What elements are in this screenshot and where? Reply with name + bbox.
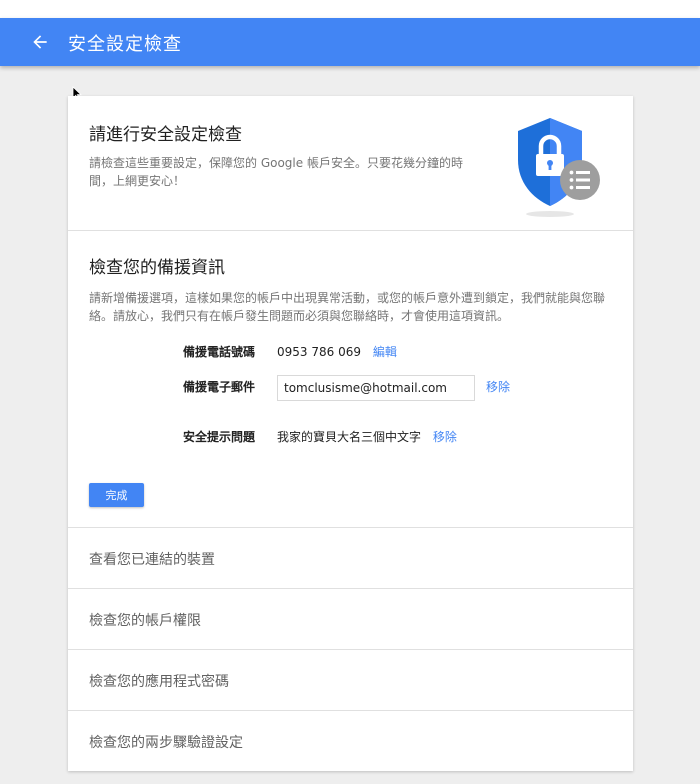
- security-question-value: 我家的寶貝大名三個中文字: [277, 430, 422, 444]
- email-field[interactable]: [277, 375, 475, 401]
- done-button[interactable]: 完成: [89, 483, 144, 507]
- section-account-permissions[interactable]: 檢查您的帳戶權限: [68, 589, 633, 650]
- app-bar: 安全設定檢查: [0, 18, 700, 66]
- remove-email-link[interactable]: 移除: [486, 378, 510, 395]
- intro-title: 請進行安全設定檢查: [89, 125, 242, 145]
- security-checkup-card: 請進行安全設定檢查 請檢查這些重要設定，保障您的 Google 帳戶安全。只要花…: [68, 96, 633, 771]
- edit-phone-link[interactable]: 編輯: [373, 345, 397, 359]
- section-two-step-verification[interactable]: 檢查您的兩步驟驗證設定: [68, 711, 633, 771]
- security-question-row: 我家的寶貝大名三個中文字 移除: [277, 428, 457, 445]
- shield-lock-icon: [518, 118, 600, 217]
- list-icon: [560, 160, 600, 200]
- email-label: 備援電子郵件: [183, 380, 256, 394]
- backup-info-section: 檢查您的備援資訊 請新增備援選項，這樣如果您的帳戶中出現異常活動，或您的帳戶意外…: [68, 231, 633, 528]
- top-strip: [0, 0, 700, 18]
- section-label: 檢查您的帳戶權限: [89, 613, 201, 629]
- page-title: 安全設定檢查: [68, 34, 182, 55]
- backup-title: 檢查您的備援資訊: [89, 258, 225, 278]
- intro-section: 請進行安全設定檢查 請檢查這些重要設定，保障您的 Google 帳戶安全。只要花…: [68, 96, 633, 231]
- section-label: 查看您已連結的裝置: [89, 552, 215, 568]
- remove-question-link[interactable]: 移除: [433, 430, 457, 444]
- section-label: 檢查您的應用程式密碼: [89, 674, 229, 690]
- backup-description: 請新增備援選項，這樣如果您的帳戶中出現異常活動，或您的帳戶意外遭到鎖定，我們就能…: [89, 291, 606, 323]
- section-app-passwords[interactable]: 檢查您的應用程式密碼: [68, 650, 633, 711]
- phone-value-row: 0953 786 069 編輯: [277, 343, 397, 360]
- section-label: 檢查您的兩步驟驗證設定: [89, 735, 243, 751]
- intro-description: 請檢查這些重要設定，保障您的 Google 帳戶安全。只要花幾分鐘的時間，上網更…: [89, 156, 463, 188]
- security-question-label: 安全提示問題: [183, 430, 256, 444]
- arrow-back-icon[interactable]: [30, 32, 50, 52]
- phone-value: 0953 786 069: [277, 345, 361, 359]
- section-linked-devices[interactable]: 查看您已連結的裝置: [68, 528, 633, 589]
- phone-label: 備援電話號碼: [183, 345, 256, 359]
